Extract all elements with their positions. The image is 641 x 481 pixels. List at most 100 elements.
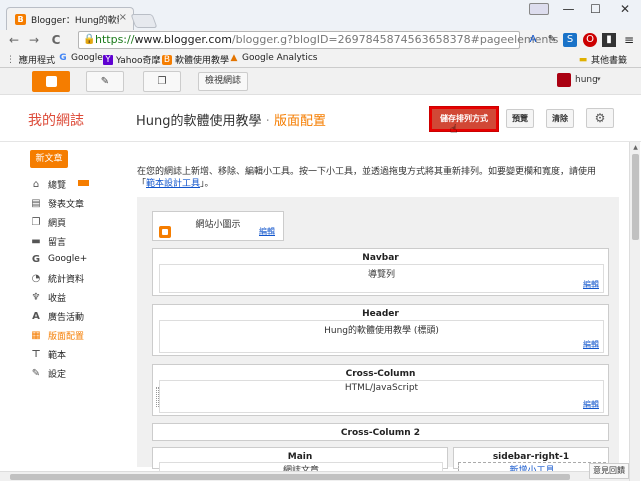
gear-icon[interactable]: ⚙ — [586, 108, 614, 128]
google-icon: G — [59, 53, 67, 63]
back-button[interactable]: ← — [6, 32, 22, 48]
sidebar-item-template[interactable]: ⊤ 範本 — [30, 347, 66, 361]
blog-name-link[interactable]: 我的網誌 — [28, 110, 84, 130]
layout-canvas: 網站小圖示 編輯 Navbar 導覽列 編輯 Header Hung的軟體使用教… — [137, 197, 619, 476]
header-widget[interactable]: Hung的軟體使用教學 (標頭) 編輯 — [159, 320, 604, 353]
drag-handle-icon[interactable] — [156, 387, 159, 407]
hscrollbar-thumb[interactable] — [10, 474, 570, 480]
sidebar-item-settings[interactable]: ✎ 設定 — [30, 366, 66, 380]
widget-label: Hung的軟體使用教學 (標頭) — [324, 326, 439, 336]
close-window-button[interactable]: ✕ — [609, 0, 641, 20]
comment-icon: ▬ — [31, 235, 41, 247]
feedback-button[interactable]: 意見回饋 — [589, 463, 629, 479]
translate-extension-icon[interactable]: A — [526, 33, 540, 47]
vertical-scrollbar[interactable]: ▲ — [629, 142, 640, 481]
section-header: Header Hung的軟體使用教學 (標頭) 編輯 — [152, 304, 609, 356]
horizontal-scrollbar[interactable] — [0, 471, 629, 481]
sidebar-item-label: 總覽 — [48, 180, 67, 191]
posts-icon: ❐ — [157, 76, 167, 87]
sidebar-item-google-plus[interactable]: G Google+ — [30, 252, 87, 266]
window-controls: — ☐ ✕ — [555, 0, 641, 20]
sidebar-item-label: 版面配置 — [48, 331, 85, 342]
new-tab-button[interactable] — [130, 14, 158, 28]
page-header: 我的網誌 Hung的軟體使用教學 · 版面配置 — [0, 95, 641, 142]
sidebar-item-campaigns[interactable]: A 廣告活動 — [30, 309, 84, 323]
address-bar[interactable]: 🔒 https://www.blogger.com/blogger.g?blog… — [78, 31, 595, 49]
sidebar-item-label: 網頁 — [48, 218, 67, 229]
desc-end: 」。 — [200, 179, 214, 189]
sidebar-item-stats[interactable]: ◔ 統計資料 — [30, 271, 84, 285]
dropper-extension-icon[interactable]: ✎ — [545, 33, 559, 47]
title-separator: · — [265, 114, 270, 129]
bookmark-label: Yahoo奇摩 — [116, 56, 161, 66]
new-post-pencil-button[interactable]: ✎ — [86, 71, 124, 92]
browser-toolbar: ← → C 🔒 https://www.blogger.com/blogger.… — [0, 30, 641, 50]
bookmark-label: 軟體使用教學 — [175, 56, 230, 66]
earnings-icon: ♆ — [31, 291, 41, 303]
sidebar-item-label: 設定 — [48, 369, 67, 380]
scrollbar-thumb[interactable] — [632, 154, 639, 240]
bookmark-google[interactable]: G Google — [58, 53, 102, 63]
blogger-logo-button[interactable] — [32, 71, 70, 92]
bookmark-other[interactable]: ▬ 其他書籤 — [578, 53, 627, 67]
url-scheme: https:// — [95, 33, 135, 46]
yahoo-icon: Y — [103, 54, 113, 65]
favicon-widget[interactable]: 網站小圖示 編輯 — [152, 211, 284, 241]
posts-icon: ▤ — [31, 197, 41, 209]
sidebar-item-layout[interactable]: ▦ 版面配置 — [30, 328, 84, 342]
bookmark-label: Google Analytics — [242, 53, 318, 63]
layout-icon: ▦ — [31, 329, 41, 341]
maximize-button[interactable]: ☐ — [582, 0, 609, 20]
sidebar-item-label: 收益 — [48, 293, 67, 304]
section-title: Navbar — [362, 253, 399, 263]
browser-tab[interactable]: B Blogger：Hung的軟體使 × — [6, 7, 134, 30]
sidebar-item-label: 統計資料 — [48, 274, 85, 285]
dark-extension-icon[interactable]: ▮ — [602, 33, 616, 47]
section-title: sidebar-right-1 — [492, 452, 570, 462]
html-javascript-widget[interactable]: HTML/JavaScript 編輯 — [156, 380, 604, 413]
posts-list-button[interactable]: ❐ — [143, 71, 181, 92]
profile-chip-icon[interactable] — [529, 3, 549, 15]
section-main: Main 網誌文章 — [152, 447, 448, 476]
edit-link[interactable]: 編輯 — [583, 279, 599, 290]
url-path: /blogger.g?blogID=2697845874563658378#pa… — [231, 33, 559, 46]
clear-button[interactable]: 清除 — [546, 109, 574, 128]
chevron-down-icon[interactable]: ▾ — [597, 75, 601, 83]
username[interactable]: hung — [575, 75, 598, 85]
edit-link[interactable]: 編輯 — [583, 339, 599, 350]
mouse-cursor-icon: ☝ — [450, 122, 458, 136]
reload-button[interactable]: C — [48, 32, 64, 48]
blogger-topbar: ✎ ❐ 檢視網誌 hung ▾ — [0, 68, 641, 95]
chrome-menu-icon[interactable]: ≡ — [622, 33, 636, 47]
s-extension-icon[interactable]: S — [563, 33, 577, 47]
sidebar-item-label: 發表文章 — [48, 199, 85, 210]
sidebar-item-posts[interactable]: ▤ 發表文章 — [30, 196, 84, 210]
sidebar-item-overview[interactable]: ⌂ 總覽 — [30, 177, 66, 191]
section-title: Cross-Column — [345, 369, 416, 379]
sidebar-item-comments[interactable]: ▬ 留言 — [30, 234, 66, 248]
sidebar-item-earnings[interactable]: ♆ 收益 — [30, 290, 67, 304]
widget-label: HTML/JavaScript — [344, 383, 419, 393]
bookmark-analytics[interactable]: ▲ Google Analytics — [229, 53, 318, 63]
layout-description: 在您的網誌上新增、移除、編輯小工具。按一下小工具，並透過拖曳方式將其重新排列。如… — [137, 166, 607, 190]
section-sidebar-right-1: sidebar-right-1 新增小工具 — [453, 447, 609, 476]
avatar[interactable] — [557, 73, 571, 87]
scroll-up-icon[interactable]: ▲ — [630, 144, 641, 151]
save-arrangement-button[interactable]: 儲存排列方式 — [429, 106, 499, 132]
minimize-button[interactable]: — — [555, 0, 582, 20]
bookmark-tutorial[interactable]: B 軟體使用教學 — [162, 53, 229, 66]
navbar-widget[interactable]: 導覽列 編輯 — [159, 264, 604, 293]
new-post-button[interactable]: 新文章 — [30, 150, 68, 168]
sidebar-item-pages[interactable]: ❐ 網頁 — [30, 215, 67, 229]
edit-link[interactable]: 編輯 — [583, 399, 599, 410]
opera-extension-icon[interactable]: O — [583, 33, 597, 47]
sidebar-item-label: 範本 — [48, 350, 67, 361]
edit-link[interactable]: 編輯 — [259, 226, 275, 237]
template-designer-link[interactable]: 範本設計工具 — [146, 179, 200, 189]
bookmark-yahoo[interactable]: Y Yahoo奇摩 — [103, 53, 161, 66]
preview-button[interactable]: 預覽 — [506, 109, 534, 128]
tab-close-icon[interactable]: × — [119, 12, 127, 23]
bookmark-apps[interactable]: ⋮⋮ 應用程式 — [6, 53, 55, 67]
view-blog-button[interactable]: 檢視網誌 — [198, 72, 249, 91]
forward-button[interactable]: → — [26, 32, 42, 48]
